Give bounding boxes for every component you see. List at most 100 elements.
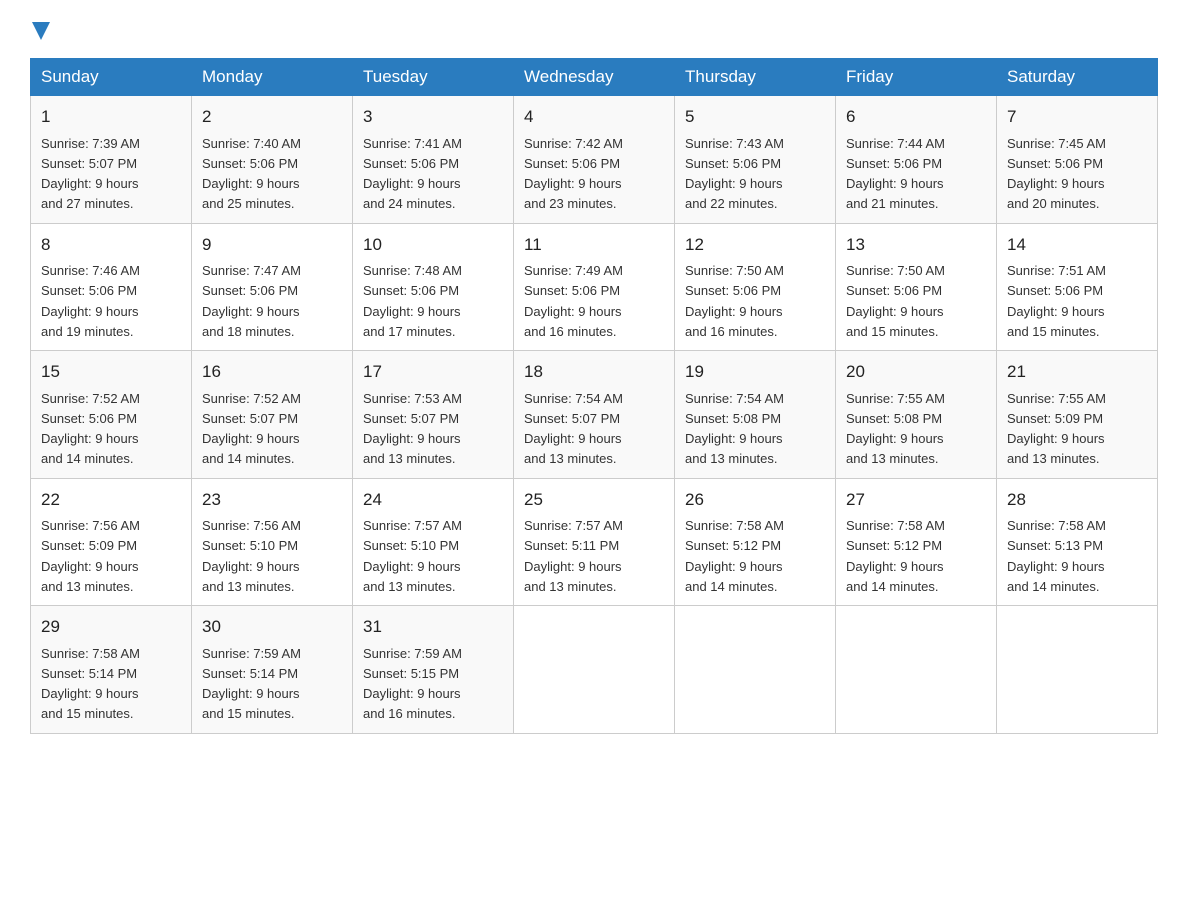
logo-triangle-icon [32, 22, 50, 44]
header-monday: Monday [192, 59, 353, 96]
day-number: 25 [524, 487, 664, 513]
day-info: Sunrise: 7:41 AMSunset: 5:06 PMDaylight:… [363, 136, 462, 212]
calendar-body: 1 Sunrise: 7:39 AMSunset: 5:07 PMDayligh… [31, 96, 1158, 734]
calendar-cell: 16 Sunrise: 7:52 AMSunset: 5:07 PMDaylig… [192, 351, 353, 479]
day-info: Sunrise: 7:45 AMSunset: 5:06 PMDaylight:… [1007, 136, 1106, 212]
day-number: 19 [685, 359, 825, 385]
calendar-cell: 30 Sunrise: 7:59 AMSunset: 5:14 PMDaylig… [192, 606, 353, 734]
day-number: 21 [1007, 359, 1147, 385]
day-number: 15 [41, 359, 181, 385]
calendar-cell: 5 Sunrise: 7:43 AMSunset: 5:06 PMDayligh… [675, 96, 836, 224]
day-number: 27 [846, 487, 986, 513]
day-info: Sunrise: 7:57 AMSunset: 5:10 PMDaylight:… [363, 518, 462, 594]
day-info: Sunrise: 7:50 AMSunset: 5:06 PMDaylight:… [846, 263, 945, 339]
calendar-cell: 19 Sunrise: 7:54 AMSunset: 5:08 PMDaylig… [675, 351, 836, 479]
day-info: Sunrise: 7:52 AMSunset: 5:07 PMDaylight:… [202, 391, 301, 467]
day-info: Sunrise: 7:39 AMSunset: 5:07 PMDaylight:… [41, 136, 140, 212]
day-number: 20 [846, 359, 986, 385]
calendar-cell: 25 Sunrise: 7:57 AMSunset: 5:11 PMDaylig… [514, 478, 675, 606]
day-info: Sunrise: 7:47 AMSunset: 5:06 PMDaylight:… [202, 263, 301, 339]
day-info: Sunrise: 7:42 AMSunset: 5:06 PMDaylight:… [524, 136, 623, 212]
day-number: 23 [202, 487, 342, 513]
calendar-cell: 31 Sunrise: 7:59 AMSunset: 5:15 PMDaylig… [353, 606, 514, 734]
calendar-cell: 11 Sunrise: 7:49 AMSunset: 5:06 PMDaylig… [514, 223, 675, 351]
day-number: 29 [41, 614, 181, 640]
day-info: Sunrise: 7:58 AMSunset: 5:12 PMDaylight:… [685, 518, 784, 594]
logo [30, 20, 50, 42]
calendar-cell: 2 Sunrise: 7:40 AMSunset: 5:06 PMDayligh… [192, 96, 353, 224]
calendar-cell: 15 Sunrise: 7:52 AMSunset: 5:06 PMDaylig… [31, 351, 192, 479]
day-number: 12 [685, 232, 825, 258]
calendar-cell [675, 606, 836, 734]
logo-text [30, 20, 50, 42]
calendar-cell [514, 606, 675, 734]
day-number: 11 [524, 232, 664, 258]
calendar-cell: 29 Sunrise: 7:58 AMSunset: 5:14 PMDaylig… [31, 606, 192, 734]
day-number: 31 [363, 614, 503, 640]
calendar-header-row: Sunday Monday Tuesday Wednesday Thursday… [31, 59, 1158, 96]
day-info: Sunrise: 7:55 AMSunset: 5:09 PMDaylight:… [1007, 391, 1106, 467]
day-number: 4 [524, 104, 664, 130]
day-info: Sunrise: 7:40 AMSunset: 5:06 PMDaylight:… [202, 136, 301, 212]
calendar-cell: 24 Sunrise: 7:57 AMSunset: 5:10 PMDaylig… [353, 478, 514, 606]
day-info: Sunrise: 7:46 AMSunset: 5:06 PMDaylight:… [41, 263, 140, 339]
day-info: Sunrise: 7:55 AMSunset: 5:08 PMDaylight:… [846, 391, 945, 467]
header-tuesday: Tuesday [353, 59, 514, 96]
day-number: 26 [685, 487, 825, 513]
day-number: 14 [1007, 232, 1147, 258]
day-info: Sunrise: 7:48 AMSunset: 5:06 PMDaylight:… [363, 263, 462, 339]
day-info: Sunrise: 7:52 AMSunset: 5:06 PMDaylight:… [41, 391, 140, 467]
day-number: 24 [363, 487, 503, 513]
calendar-cell: 6 Sunrise: 7:44 AMSunset: 5:06 PMDayligh… [836, 96, 997, 224]
day-number: 28 [1007, 487, 1147, 513]
calendar-cell: 3 Sunrise: 7:41 AMSunset: 5:06 PMDayligh… [353, 96, 514, 224]
day-info: Sunrise: 7:56 AMSunset: 5:10 PMDaylight:… [202, 518, 301, 594]
day-info: Sunrise: 7:53 AMSunset: 5:07 PMDaylight:… [363, 391, 462, 467]
day-info: Sunrise: 7:56 AMSunset: 5:09 PMDaylight:… [41, 518, 140, 594]
day-number: 16 [202, 359, 342, 385]
calendar-cell: 26 Sunrise: 7:58 AMSunset: 5:12 PMDaylig… [675, 478, 836, 606]
calendar-cell: 27 Sunrise: 7:58 AMSunset: 5:12 PMDaylig… [836, 478, 997, 606]
day-info: Sunrise: 7:50 AMSunset: 5:06 PMDaylight:… [685, 263, 784, 339]
header-thursday: Thursday [675, 59, 836, 96]
calendar-cell [836, 606, 997, 734]
day-number: 13 [846, 232, 986, 258]
calendar-cell [997, 606, 1158, 734]
day-info: Sunrise: 7:54 AMSunset: 5:08 PMDaylight:… [685, 391, 784, 467]
calendar-cell: 12 Sunrise: 7:50 AMSunset: 5:06 PMDaylig… [675, 223, 836, 351]
calendar-cell: 23 Sunrise: 7:56 AMSunset: 5:10 PMDaylig… [192, 478, 353, 606]
calendar-week-row: 1 Sunrise: 7:39 AMSunset: 5:07 PMDayligh… [31, 96, 1158, 224]
calendar-table: Sunday Monday Tuesday Wednesday Thursday… [30, 58, 1158, 734]
day-number: 18 [524, 359, 664, 385]
calendar-cell: 1 Sunrise: 7:39 AMSunset: 5:07 PMDayligh… [31, 96, 192, 224]
page-header [30, 20, 1158, 42]
calendar-cell: 10 Sunrise: 7:48 AMSunset: 5:06 PMDaylig… [353, 223, 514, 351]
day-info: Sunrise: 7:51 AMSunset: 5:06 PMDaylight:… [1007, 263, 1106, 339]
day-number: 22 [41, 487, 181, 513]
calendar-cell: 7 Sunrise: 7:45 AMSunset: 5:06 PMDayligh… [997, 96, 1158, 224]
calendar-cell: 9 Sunrise: 7:47 AMSunset: 5:06 PMDayligh… [192, 223, 353, 351]
day-info: Sunrise: 7:58 AMSunset: 5:13 PMDaylight:… [1007, 518, 1106, 594]
day-number: 10 [363, 232, 503, 258]
day-number: 1 [41, 104, 181, 130]
header-friday: Friday [836, 59, 997, 96]
day-info: Sunrise: 7:58 AMSunset: 5:12 PMDaylight:… [846, 518, 945, 594]
day-number: 9 [202, 232, 342, 258]
day-number: 17 [363, 359, 503, 385]
day-info: Sunrise: 7:59 AMSunset: 5:15 PMDaylight:… [363, 646, 462, 722]
day-info: Sunrise: 7:49 AMSunset: 5:06 PMDaylight:… [524, 263, 623, 339]
calendar-cell: 8 Sunrise: 7:46 AMSunset: 5:06 PMDayligh… [31, 223, 192, 351]
day-number: 30 [202, 614, 342, 640]
calendar-cell: 17 Sunrise: 7:53 AMSunset: 5:07 PMDaylig… [353, 351, 514, 479]
day-number: 8 [41, 232, 181, 258]
calendar-cell: 28 Sunrise: 7:58 AMSunset: 5:13 PMDaylig… [997, 478, 1158, 606]
header-saturday: Saturday [997, 59, 1158, 96]
calendar-cell: 21 Sunrise: 7:55 AMSunset: 5:09 PMDaylig… [997, 351, 1158, 479]
day-number: 3 [363, 104, 503, 130]
day-info: Sunrise: 7:59 AMSunset: 5:14 PMDaylight:… [202, 646, 301, 722]
calendar-week-row: 15 Sunrise: 7:52 AMSunset: 5:06 PMDaylig… [31, 351, 1158, 479]
day-info: Sunrise: 7:57 AMSunset: 5:11 PMDaylight:… [524, 518, 623, 594]
day-number: 7 [1007, 104, 1147, 130]
calendar-cell: 4 Sunrise: 7:42 AMSunset: 5:06 PMDayligh… [514, 96, 675, 224]
calendar-week-row: 8 Sunrise: 7:46 AMSunset: 5:06 PMDayligh… [31, 223, 1158, 351]
